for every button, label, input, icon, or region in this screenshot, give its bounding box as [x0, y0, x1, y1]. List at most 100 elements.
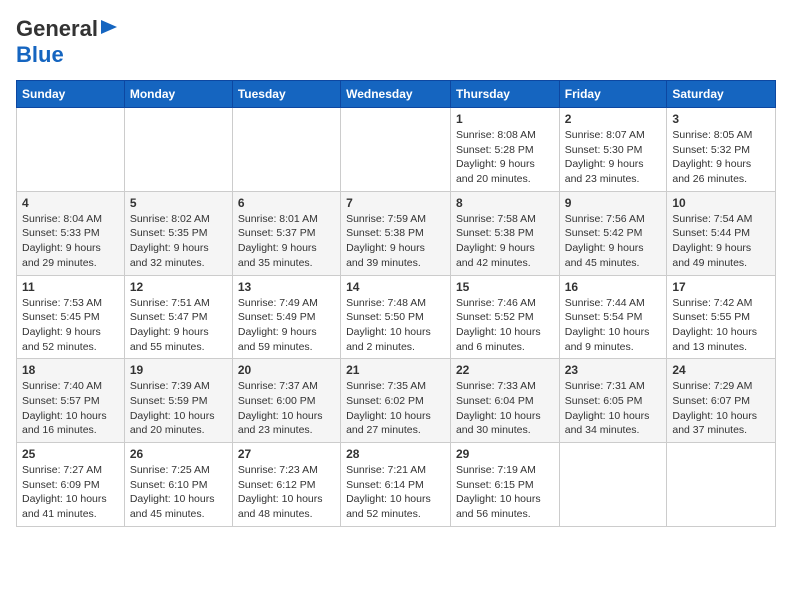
- day-number: 9: [565, 196, 662, 210]
- day-info: Sunrise: 7:39 AM Sunset: 5:59 PM Dayligh…: [130, 379, 227, 438]
- calendar-week-row: 25 Sunrise: 7:27 AM Sunset: 6:09 PM Dayli…: [17, 443, 776, 527]
- day-number: 8: [456, 196, 554, 210]
- calendar-cell: 10 Sunrise: 7:54 AM Sunset: 5:44 PM Dayli…: [667, 191, 776, 275]
- calendar-cell: 1Sunrise: 8:08 AM Sunset: 5:28 PM Daylig…: [450, 108, 559, 192]
- logo-text-blue: Blue: [16, 42, 64, 67]
- day-number: 29: [456, 447, 554, 461]
- day-number: 7: [346, 196, 445, 210]
- day-number: 27: [238, 447, 335, 461]
- calendar-cell: 22 Sunrise: 7:33 AM Sunset: 6:04 PM Dayli…: [450, 359, 559, 443]
- day-info: Sunrise: 8:08 AM Sunset: 5:28 PM Dayligh…: [456, 128, 554, 187]
- calendar-cell: 8 Sunrise: 7:58 AM Sunset: 5:38 PM Daylig…: [450, 191, 559, 275]
- day-info: Sunrise: 7:35 AM Sunset: 6:02 PM Dayligh…: [346, 379, 445, 438]
- day-info: Sunrise: 7:37 AM Sunset: 6:00 PM Dayligh…: [238, 379, 335, 438]
- day-info: Sunrise: 8:05 AM Sunset: 5:32 PM Dayligh…: [672, 128, 770, 187]
- calendar-cell: [232, 108, 340, 192]
- day-header-tuesday: Tuesday: [232, 81, 340, 108]
- day-info: Sunrise: 8:02 AM Sunset: 5:35 PM Dayligh…: [130, 212, 227, 271]
- day-header-sunday: Sunday: [17, 81, 125, 108]
- day-number: 28: [346, 447, 445, 461]
- calendar-cell: [667, 443, 776, 527]
- day-info: Sunrise: 7:49 AM Sunset: 5:49 PM Dayligh…: [238, 296, 335, 355]
- day-number: 12: [130, 280, 227, 294]
- day-number: 20: [238, 363, 335, 377]
- calendar-cell: 23 Sunrise: 7:31 AM Sunset: 6:05 PM Dayli…: [559, 359, 667, 443]
- day-number: 25: [22, 447, 119, 461]
- calendar-cell: 7 Sunrise: 7:59 AM Sunset: 5:38 PM Daylig…: [341, 191, 451, 275]
- calendar-cell: 19 Sunrise: 7:39 AM Sunset: 5:59 PM Dayli…: [124, 359, 232, 443]
- day-info: Sunrise: 7:29 AM Sunset: 6:07 PM Dayligh…: [672, 379, 770, 438]
- calendar-cell: 27 Sunrise: 7:23 AM Sunset: 6:12 PM Dayli…: [232, 443, 340, 527]
- day-number: 22: [456, 363, 554, 377]
- calendar-table: SundayMondayTuesdayWednesdayThursdayFrid…: [16, 80, 776, 527]
- day-info: Sunrise: 7:58 AM Sunset: 5:38 PM Dayligh…: [456, 212, 554, 271]
- day-header-thursday: Thursday: [450, 81, 559, 108]
- calendar-cell: 25 Sunrise: 7:27 AM Sunset: 6:09 PM Dayli…: [17, 443, 125, 527]
- day-info: Sunrise: 7:46 AM Sunset: 5:52 PM Dayligh…: [456, 296, 554, 355]
- calendar-cell: 9 Sunrise: 7:56 AM Sunset: 5:42 PM Daylig…: [559, 191, 667, 275]
- day-info: Sunrise: 7:48 AM Sunset: 5:50 PM Dayligh…: [346, 296, 445, 355]
- day-info: Sunrise: 7:53 AM Sunset: 5:45 PM Dayligh…: [22, 296, 119, 355]
- day-info: Sunrise: 7:21 AM Sunset: 6:14 PM Dayligh…: [346, 463, 445, 522]
- calendar-cell: 4 Sunrise: 8:04 AM Sunset: 5:33 PM Daylig…: [17, 191, 125, 275]
- day-info: Sunrise: 7:19 AM Sunset: 6:15 PM Dayligh…: [456, 463, 554, 522]
- day-info: Sunrise: 7:40 AM Sunset: 5:57 PM Dayligh…: [22, 379, 119, 438]
- calendar-cell: 15 Sunrise: 7:46 AM Sunset: 5:52 PM Dayli…: [450, 275, 559, 359]
- calendar-cell: 24 Sunrise: 7:29 AM Sunset: 6:07 PM Dayli…: [667, 359, 776, 443]
- calendar-cell: 2 Sunrise: 8:07 AM Sunset: 5:30 PM Daylig…: [559, 108, 667, 192]
- calendar-week-row: 18Sunrise: 7:40 AM Sunset: 5:57 PM Dayli…: [17, 359, 776, 443]
- calendar-cell: 21Sunrise: 7:35 AM Sunset: 6:02 PM Dayli…: [341, 359, 451, 443]
- calendar-cell: 18Sunrise: 7:40 AM Sunset: 5:57 PM Dayli…: [17, 359, 125, 443]
- calendar-cell: 16Sunrise: 7:44 AM Sunset: 5:54 PM Dayli…: [559, 275, 667, 359]
- day-number: 2: [565, 112, 662, 126]
- calendar-week-row: 4 Sunrise: 8:04 AM Sunset: 5:33 PM Daylig…: [17, 191, 776, 275]
- day-info: Sunrise: 7:31 AM Sunset: 6:05 PM Dayligh…: [565, 379, 662, 438]
- day-number: 3: [672, 112, 770, 126]
- logo: General Blue: [16, 16, 119, 68]
- day-info: Sunrise: 7:23 AM Sunset: 6:12 PM Dayligh…: [238, 463, 335, 522]
- calendar-cell: 5 Sunrise: 8:02 AM Sunset: 5:35 PM Daylig…: [124, 191, 232, 275]
- day-info: Sunrise: 7:27 AM Sunset: 6:09 PM Dayligh…: [22, 463, 119, 522]
- calendar-week-row: 11 Sunrise: 7:53 AM Sunset: 5:45 PM Dayli…: [17, 275, 776, 359]
- day-info: Sunrise: 7:33 AM Sunset: 6:04 PM Dayligh…: [456, 379, 554, 438]
- calendar-cell: 6 Sunrise: 8:01 AM Sunset: 5:37 PM Daylig…: [232, 191, 340, 275]
- day-number: 4: [22, 196, 119, 210]
- calendar-cell: [559, 443, 667, 527]
- day-info: Sunrise: 7:59 AM Sunset: 5:38 PM Dayligh…: [346, 212, 445, 271]
- calendar-cell: 20 Sunrise: 7:37 AM Sunset: 6:00 PM Dayli…: [232, 359, 340, 443]
- calendar-cell: 14Sunrise: 7:48 AM Sunset: 5:50 PM Dayli…: [341, 275, 451, 359]
- calendar-cell: [17, 108, 125, 192]
- calendar-cell: 3 Sunrise: 8:05 AM Sunset: 5:32 PM Daylig…: [667, 108, 776, 192]
- day-header-saturday: Saturday: [667, 81, 776, 108]
- day-number: 5: [130, 196, 227, 210]
- calendar-week-row: 1Sunrise: 8:08 AM Sunset: 5:28 PM Daylig…: [17, 108, 776, 192]
- calendar-cell: 26Sunrise: 7:25 AM Sunset: 6:10 PM Dayli…: [124, 443, 232, 527]
- day-number: 23: [565, 363, 662, 377]
- day-info: Sunrise: 8:01 AM Sunset: 5:37 PM Dayligh…: [238, 212, 335, 271]
- day-number: 10: [672, 196, 770, 210]
- day-number: 6: [238, 196, 335, 210]
- day-header-friday: Friday: [559, 81, 667, 108]
- calendar-cell: 12Sunrise: 7:51 AM Sunset: 5:47 PM Dayli…: [124, 275, 232, 359]
- calendar-header-row: SundayMondayTuesdayWednesdayThursdayFrid…: [17, 81, 776, 108]
- day-header-monday: Monday: [124, 81, 232, 108]
- logo-arrow-icon: [101, 18, 119, 41]
- day-info: Sunrise: 8:04 AM Sunset: 5:33 PM Dayligh…: [22, 212, 119, 271]
- day-number: 11: [22, 280, 119, 294]
- day-number: 19: [130, 363, 227, 377]
- page-header: General Blue: [16, 16, 776, 68]
- day-number: 15: [456, 280, 554, 294]
- calendar-cell: 28 Sunrise: 7:21 AM Sunset: 6:14 PM Dayli…: [341, 443, 451, 527]
- day-number: 24: [672, 363, 770, 377]
- day-number: 16: [565, 280, 662, 294]
- day-info: Sunrise: 7:42 AM Sunset: 5:55 PM Dayligh…: [672, 296, 770, 355]
- day-header-wednesday: Wednesday: [341, 81, 451, 108]
- calendar-cell: 11 Sunrise: 7:53 AM Sunset: 5:45 PM Dayli…: [17, 275, 125, 359]
- day-info: Sunrise: 7:56 AM Sunset: 5:42 PM Dayligh…: [565, 212, 662, 271]
- day-info: Sunrise: 8:07 AM Sunset: 5:30 PM Dayligh…: [565, 128, 662, 187]
- day-number: 13: [238, 280, 335, 294]
- day-info: Sunrise: 7:25 AM Sunset: 6:10 PM Dayligh…: [130, 463, 227, 522]
- logo-text-general: General: [16, 16, 98, 42]
- calendar-cell: 17Sunrise: 7:42 AM Sunset: 5:55 PM Dayli…: [667, 275, 776, 359]
- day-info: Sunrise: 7:54 AM Sunset: 5:44 PM Dayligh…: [672, 212, 770, 271]
